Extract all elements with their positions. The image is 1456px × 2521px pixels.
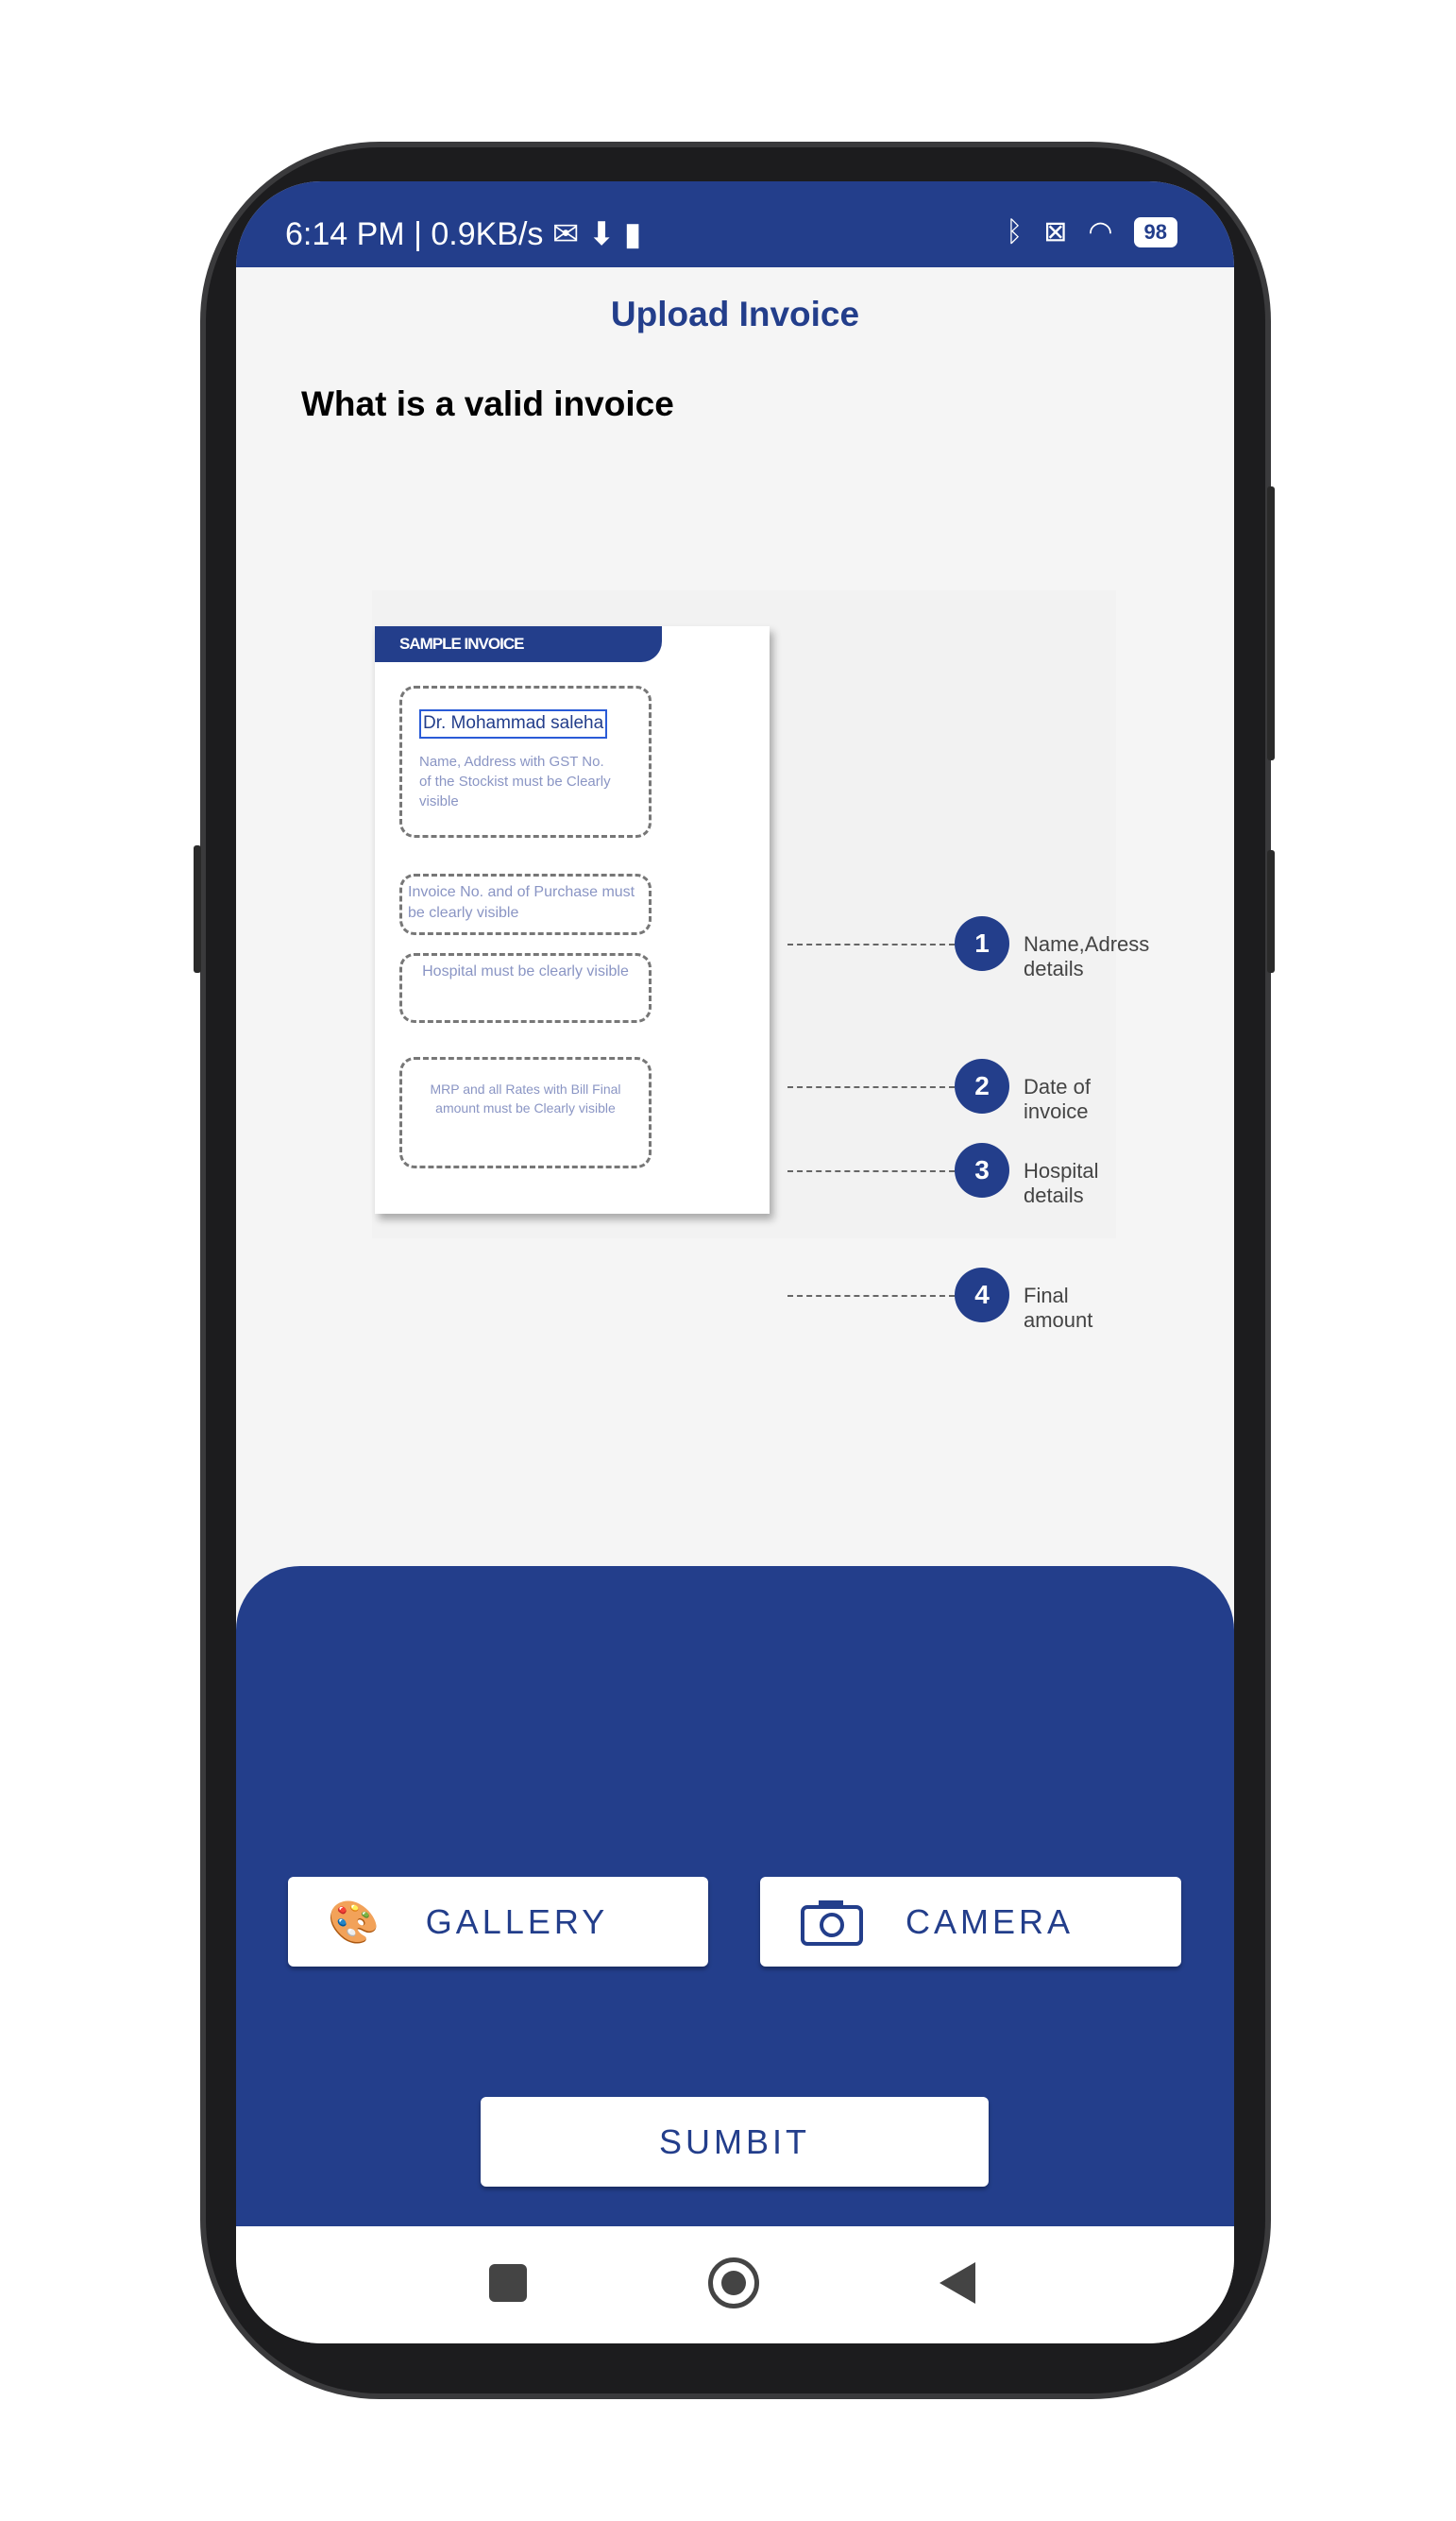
invoice-box-amount: MRP and all Rates with Bill Final amount… bbox=[399, 1057, 652, 1168]
download-icon: ⬇ bbox=[587, 216, 616, 252]
invoice-box-date: Invoice No. and of Purchase must be clea… bbox=[399, 874, 652, 935]
callout-label: Date of invoice bbox=[1024, 1075, 1091, 1123]
callout-number: 1 bbox=[955, 916, 1009, 971]
screen: 6:14 PM | 0.9KB/s ✉ ⬇ ▮ ᛒ ⊠ ◠ 98 Upload … bbox=[236, 181, 1234, 2343]
connector-line bbox=[787, 944, 955, 945]
callout-number: 4 bbox=[955, 1268, 1009, 1322]
sample-invoice-image: SAMPLE INVOICE Dr. Mohammad saleha Name,… bbox=[372, 590, 1149, 1332]
recents-icon[interactable] bbox=[489, 2264, 527, 2302]
doctor-name: Dr. Mohammad saleha bbox=[419, 709, 608, 739]
connector-line bbox=[787, 1295, 955, 1297]
gallery-button[interactable]: 🎨 GALLERY bbox=[288, 1877, 708, 1967]
camera-button[interactable]: CAMERA bbox=[760, 1877, 1181, 1967]
battery-icon: 98 bbox=[1133, 216, 1177, 247]
submit-button[interactable]: SUMBIT bbox=[481, 2097, 989, 2187]
status-bar: 6:14 PM | 0.9KB/s ✉ ⬇ ▮ ᛒ ⊠ ◠ 98 bbox=[236, 181, 1234, 267]
callout-label: Hospital details bbox=[1024, 1159, 1099, 1207]
invoice-box-hospital: Hospital must be clearly visible bbox=[399, 953, 652, 1023]
callout-label: Name,Adress details bbox=[1024, 932, 1150, 980]
section-heading: What is a valid invoice bbox=[301, 384, 674, 423]
wifi-icon: ◠ bbox=[1088, 216, 1113, 247]
connector-line bbox=[787, 1170, 955, 1172]
no-sim-icon: ⊠ bbox=[1043, 216, 1068, 247]
status-time-speed: 6:14 PM | 0.9KB/s bbox=[285, 216, 544, 252]
camera-icon bbox=[801, 1899, 863, 1946]
invoice-card-title: SAMPLE INVOICE bbox=[375, 626, 662, 662]
power-button bbox=[1267, 486, 1275, 760]
home-icon[interactable] bbox=[708, 2257, 759, 2308]
invoice-card: SAMPLE INVOICE Dr. Mohammad saleha Name,… bbox=[375, 626, 770, 1214]
callout-number: 2 bbox=[955, 1059, 1009, 1114]
invoice-box-name: Dr. Mohammad saleha Name, Address with G… bbox=[399, 686, 652, 838]
volume-button bbox=[1267, 850, 1275, 973]
page-title: Upload Invoice bbox=[610, 295, 860, 333]
callout-label: Final amount bbox=[1024, 1284, 1093, 1332]
callout-number: 3 bbox=[955, 1143, 1009, 1198]
gmail-icon: ✉ bbox=[551, 216, 580, 252]
palette-icon: 🎨 bbox=[328, 1899, 383, 1946]
notification-icon: ▮ bbox=[623, 216, 642, 252]
connector-line bbox=[787, 1086, 955, 1088]
navigation-bar bbox=[236, 2226, 1234, 2343]
bluetooth-icon: ᛒ bbox=[1006, 215, 1024, 247]
side-button bbox=[194, 845, 201, 973]
back-icon[interactable] bbox=[940, 2262, 975, 2304]
